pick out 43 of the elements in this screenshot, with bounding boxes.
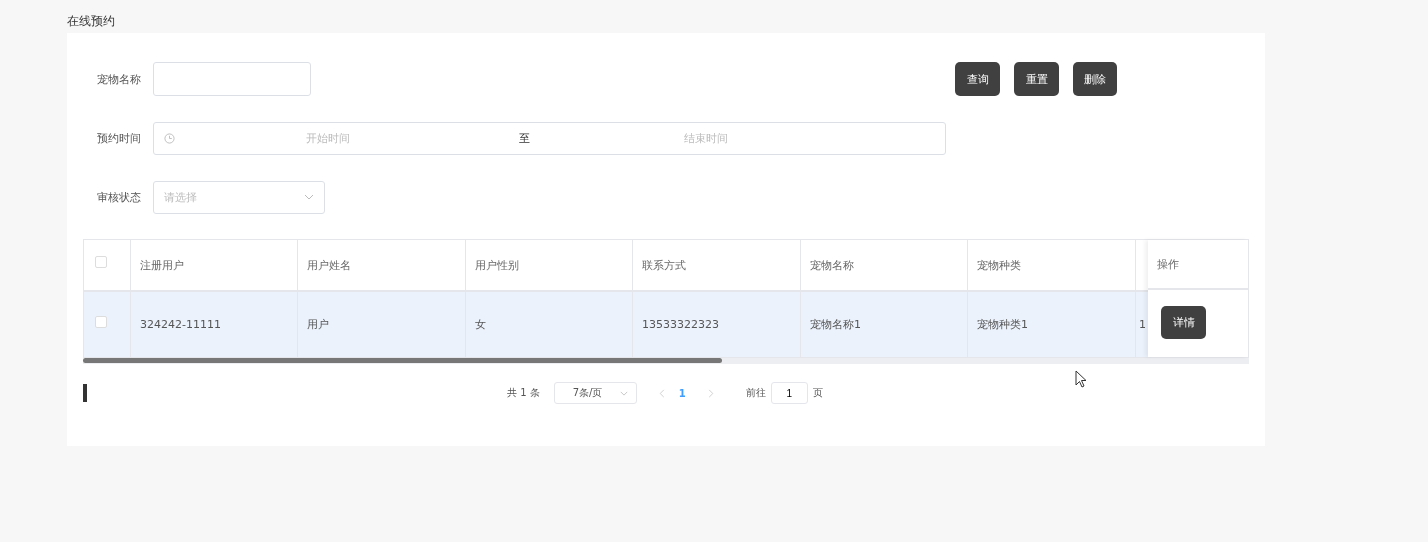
page-title: 在线预约 <box>67 13 116 30</box>
start-time-placeholder: 开始时间 <box>306 130 351 146</box>
page-size-select[interactable]: 7条/页 <box>553 382 637 404</box>
clock-icon <box>164 132 175 144</box>
chevron-down-icon <box>619 390 628 396</box>
checkbox[interactable] <box>95 256 107 268</box>
column-header: 操作 <box>1157 256 1179 272</box>
action-button[interactable]: 删除 <box>1073 62 1117 96</box>
action-button[interactable]: 重置 <box>1014 62 1059 96</box>
checkbox[interactable] <box>95 316 107 328</box>
field-label: 审核状态 <box>97 189 142 205</box>
details-button[interactable]: 详情 <box>1161 306 1206 339</box>
scrollbar-thumb[interactable] <box>83 358 722 363</box>
table-cell: 13533322323 <box>642 318 719 331</box>
column-header: 宠物名称 <box>810 257 854 273</box>
table-cell: 女 <box>475 317 486 332</box>
mouse-cursor-icon <box>1075 370 1087 388</box>
chevron-down-icon <box>304 194 314 200</box>
range-separator: 至 <box>519 130 531 146</box>
chevron-left-icon[interactable] <box>658 388 665 398</box>
goto-label: 前往 <box>745 386 766 400</box>
chevron-right-icon[interactable] <box>707 388 714 398</box>
column-header: 用户性别 <box>475 257 519 273</box>
page-suffix: 页 <box>812 386 823 400</box>
table-row[interactable]: 324242-11111 用户 女 13533322323 宠物名称1 宠物种类1 1 <box>84 292 1148 357</box>
date-range-field[interactable]: 开始时间 至 结束时间 <box>153 121 946 155</box>
end-time-placeholder: 结束时间 <box>684 130 728 146</box>
column-header: 宠物种类 <box>977 257 1021 273</box>
table-cell: 324242-11111 <box>140 318 221 331</box>
field-label: 宠物名称 <box>97 71 142 87</box>
total-count: 共 1 条 <box>507 386 540 400</box>
table-cell: 用户 <box>307 317 329 332</box>
text-caret <box>83 384 87 402</box>
field-label: 预约时间 <box>97 130 142 146</box>
column-header: 用户姓名 <box>307 257 351 273</box>
action-button[interactable]: 查询 <box>955 62 1000 96</box>
pet-name-field[interactable] <box>153 62 311 96</box>
table-cell: 宠物种类1 <box>977 317 1028 332</box>
goto-page-field[interactable]: 1 <box>770 382 808 404</box>
column-header: 注册用户 <box>140 257 184 273</box>
table-cell: 1 <box>1139 318 1146 331</box>
column-header: 联系方式 <box>642 257 686 273</box>
table-cell: 宠物名称1 <box>810 317 861 332</box>
